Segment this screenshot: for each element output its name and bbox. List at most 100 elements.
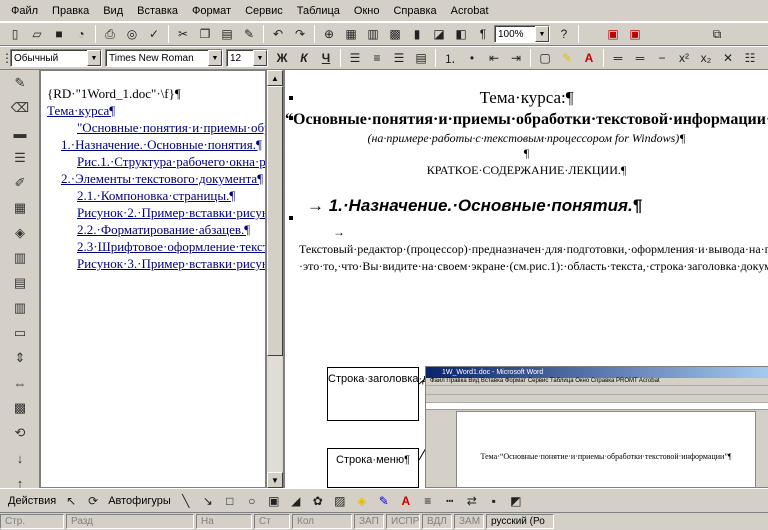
paste-icon[interactable]: ▤ <box>216 24 238 44</box>
menu-table[interactable]: Таблица <box>290 2 347 20</box>
pencil-icon[interactable]: ✎ <box>2 71 38 95</box>
3d-icon[interactable]: ◩ <box>505 491 527 511</box>
map-item-section2-3[interactable]: 2.3·Шрифтовое·оформление·текста¶ <box>47 238 265 255</box>
distribute-columns-icon[interactable]: ⇔ <box>2 371 38 395</box>
clipart-icon[interactable]: ✿ <box>307 491 329 511</box>
line-style-icon[interactable]: ═ <box>607 48 629 68</box>
save-icon[interactable]: ■ <box>48 24 70 44</box>
sort-ascending-icon[interactable]: ↓ <box>2 446 38 470</box>
superscript-icon[interactable]: x² <box>673 48 695 68</box>
menu-window[interactable]: Окно <box>347 2 387 20</box>
line-style-icon[interactable]: ≡ <box>417 491 439 511</box>
dash-style-icon[interactable]: ┅ <box>439 491 461 511</box>
arrow-style-icon[interactable]: ⇄ <box>461 491 483 511</box>
scroll-up-icon[interactable]: ▲ <box>267 70 283 86</box>
bullets-icon[interactable]: • <box>461 48 483 68</box>
align-cell-icon[interactable]: ▭ <box>2 321 38 345</box>
italic-button[interactable]: К <box>293 48 315 68</box>
merge-cells-icon[interactable]: ▤ <box>2 271 38 295</box>
menu-tools[interactable]: Сервис <box>238 2 290 20</box>
help-icon[interactable]: ? <box>553 24 575 44</box>
status-ext[interactable]: ВДЛ <box>422 514 452 529</box>
subscript-icon[interactable]: x₂ <box>695 48 717 68</box>
status-trk[interactable]: ИСПР <box>386 514 420 529</box>
arrow-icon[interactable]: ↘ <box>197 491 219 511</box>
font-combo[interactable]: Times New Roman ▼ <box>105 49 223 67</box>
align-center-icon[interactable]: ≡ <box>366 48 388 68</box>
numbering-icon[interactable]: ⒈ <box>439 48 461 68</box>
text-box-icon[interactable]: ▣ <box>263 491 285 511</box>
autoshapes-menu[interactable]: Автофигуры <box>104 495 175 507</box>
font-color-icon[interactable]: A <box>578 48 600 68</box>
increase-indent-icon[interactable]: ⇥ <box>505 48 527 68</box>
status-ovr[interactable]: ЗАМ <box>454 514 484 529</box>
copy-icon[interactable]: ❐ <box>194 24 216 44</box>
status-rec[interactable]: ЗАП <box>354 514 384 529</box>
line-color-icon[interactable]: ✎ <box>373 491 395 511</box>
map-scrollbar[interactable]: ▲ ▼ <box>266 70 283 488</box>
border-color-icon[interactable]: ✐ <box>2 171 38 195</box>
show-hide-icon[interactable]: ¶ <box>472 24 494 44</box>
line-icon[interactable]: ╲ <box>175 491 197 511</box>
size-combo[interactable]: 12 ▼ <box>226 49 268 67</box>
split-cells-icon[interactable]: ▥ <box>2 296 38 320</box>
map-item-section2-2[interactable]: 2.2.·Форматирование·абзацев.¶ <box>47 221 261 238</box>
highlight-icon[interactable]: ✎ <box>556 48 578 68</box>
borders-icon[interactable]: ▢ <box>534 48 556 68</box>
tables-borders-icon[interactable]: ▦ <box>340 24 362 44</box>
print-icon[interactable]: ⎙ <box>99 24 121 44</box>
map-item-figure1[interactable]: Рис.1.·Структура·рабочего·окна·редактора… <box>47 153 265 170</box>
align-left-icon[interactable]: ☰ <box>344 48 366 68</box>
pdf-icon[interactable]: ▣ <box>602 24 624 44</box>
document-pane[interactable]: Тема·курса:¶ “Основные·понятия·и·приемы·… <box>283 70 768 488</box>
map-item-section1[interactable]: 1.·Назначение.·Основные·понятия.¶ <box>47 136 262 153</box>
more-buttons-icon[interactable]: ☷ <box>739 48 761 68</box>
open-icon[interactable]: ▱ <box>26 24 48 44</box>
zoom-combo[interactable]: 100% ▼ <box>494 25 550 43</box>
underline-button[interactable]: Ч <box>315 48 337 68</box>
map-item-section2-1[interactable]: 2.1.·Компоновка·страницы.¶ <box>47 187 261 204</box>
picture-icon[interactable]: ▨ <box>329 491 351 511</box>
permission-icon[interactable]: ◔ <box>70 24 92 44</box>
document-map-icon[interactable]: ◧ <box>450 24 472 44</box>
chevron-down-icon[interactable]: ▼ <box>535 26 549 42</box>
menu-insert[interactable]: Вставка <box>130 2 185 20</box>
change-direction-icon[interactable]: ⟲ <box>2 421 38 445</box>
undo-icon[interactable]: ↶ <box>267 24 289 44</box>
distribute-rows-icon[interactable]: ⇕ <box>2 346 38 370</box>
align-right-icon[interactable]: ☰ <box>388 48 410 68</box>
insert-table-icon[interactable]: ▥ <box>2 246 38 270</box>
double-line-icon[interactable]: ═ <box>629 48 651 68</box>
map-item-figure2[interactable]: Рисунок·2.·Пример·вставки·рисунка¶ <box>47 204 265 221</box>
columns-icon[interactable]: ▮ <box>406 24 428 44</box>
fill-color-icon[interactable]: ◈ <box>351 491 373 511</box>
hyperlink-icon[interactable]: ⊕ <box>318 24 340 44</box>
insert-table-icon[interactable]: ▥ <box>362 24 384 44</box>
chevron-down-icon[interactable]: ▼ <box>253 50 267 66</box>
chevron-down-icon[interactable]: ▼ <box>87 50 101 66</box>
drawing-icon[interactable]: ◪ <box>428 24 450 44</box>
scroll-thumb[interactable] <box>267 86 283 356</box>
map-item-topic[interactable]: Тема·курса¶ <box>47 102 261 119</box>
print-preview-icon[interactable]: ◎ <box>121 24 143 44</box>
spelling-icon[interactable]: ✓ <box>143 24 165 44</box>
menu-help[interactable]: Справка <box>386 2 443 20</box>
autoformat-icon[interactable]: ▩ <box>2 396 38 420</box>
map-item-title[interactable]: "Основные·понятия·и·приемы·обработки·тек… <box>47 119 265 136</box>
line-style-icon[interactable]: ☰ <box>2 146 38 170</box>
eraser-icon[interactable]: ⌫ <box>2 96 38 120</box>
menu-file[interactable]: Файл <box>4 2 45 20</box>
menu-view[interactable]: Вид <box>96 2 130 20</box>
clear-format-icon[interactable]: ✕ <box>717 48 739 68</box>
free-rotate-icon[interactable]: ⟳ <box>82 491 104 511</box>
wordart-icon[interactable]: ◢ <box>285 491 307 511</box>
rectangle-icon[interactable]: □ <box>219 491 241 511</box>
menu-edit[interactable]: Правка <box>45 2 96 20</box>
justify-icon[interactable]: ▤ <box>410 48 432 68</box>
menu-acrobat[interactable]: Acrobat <box>444 2 496 20</box>
toolbar-options-icon[interactable]: ⧉ <box>706 24 728 44</box>
map-item-section2[interactable]: 2.·Элементы·текстового·документа¶ <box>47 170 263 187</box>
font-color-icon[interactable]: A <box>395 491 417 511</box>
horizontal-line-icon[interactable]: − <box>651 48 673 68</box>
style-combo[interactable]: Обычный ▼ <box>10 49 102 67</box>
